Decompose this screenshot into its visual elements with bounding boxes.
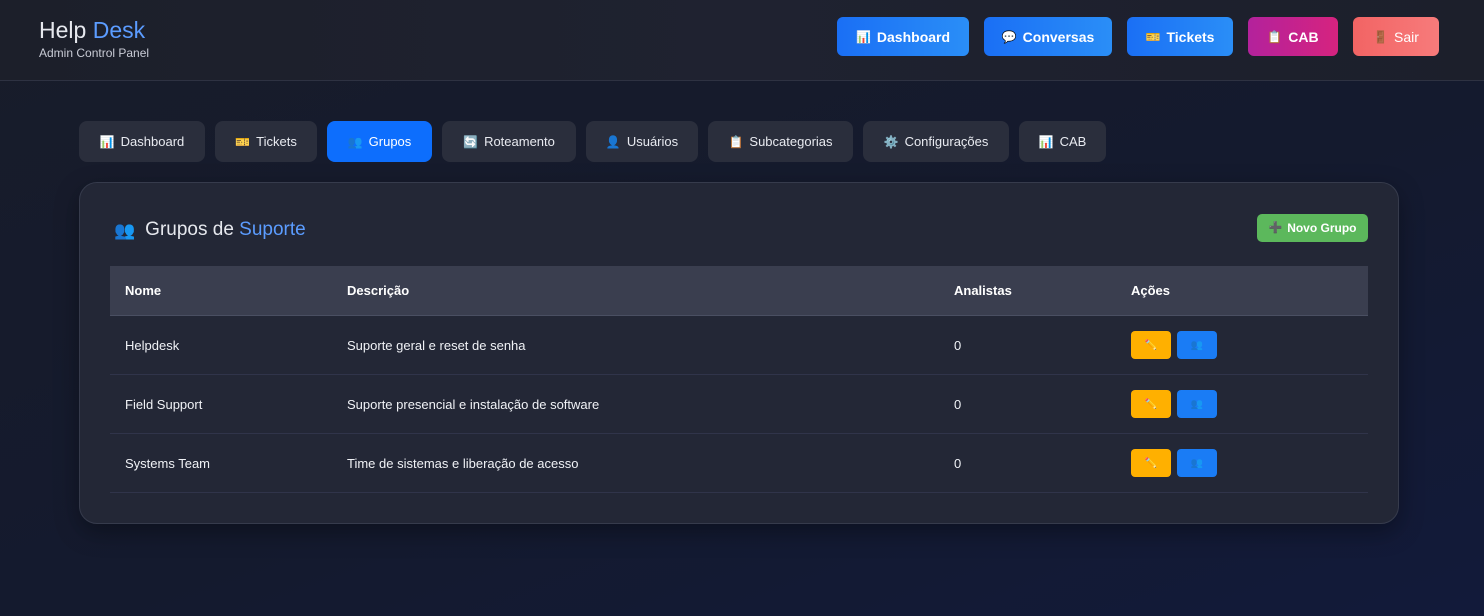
- plus-icon: ➕: [1268, 221, 1283, 234]
- brand-title-main: Help: [39, 17, 93, 43]
- tab-cab[interactable]: 📊 CAB: [1019, 121, 1106, 162]
- tab-grupos-label: Grupos: [368, 134, 412, 149]
- ticket-icon: 🎫: [235, 134, 251, 149]
- header-descricao: Descrição: [347, 283, 410, 298]
- users-icon: 👥: [1190, 457, 1204, 469]
- tab-configuracoes[interactable]: ⚙️ Configurações: [863, 121, 1009, 162]
- header-conversas-label: Conversas: [1022, 28, 1095, 45]
- group-description: Suporte geral e reset de senha: [347, 337, 526, 353]
- tab-configuracoes-label: Configurações: [904, 134, 989, 149]
- brand-title: Help Desk: [39, 17, 149, 43]
- header-logout-label: Sair: [1394, 28, 1419, 45]
- table-header: Nome Descrição Analistas Ações: [110, 266, 1368, 316]
- header-conversas-button[interactable]: 💬 Conversas: [984, 17, 1112, 56]
- table-row: Systems Team Time de sistemas e liberaçã…: [110, 434, 1368, 493]
- row-actions: ✏️ 👥: [1131, 331, 1368, 359]
- group-members-button[interactable]: 👥: [1177, 449, 1217, 477]
- new-group-label: Novo Grupo: [1287, 221, 1357, 235]
- new-group-button[interactable]: ➕ Novo Grupo: [1257, 214, 1368, 242]
- group-analysts: 0: [954, 337, 962, 353]
- users-icon: 👥: [1190, 398, 1204, 410]
- tab-usuarios-label: Usuários: [626, 134, 679, 149]
- row-actions: ✏️ 👥: [1131, 449, 1368, 477]
- card-title-main: Grupos de: [145, 219, 240, 240]
- tab-subcategorias[interactable]: 📋 Subcategorias: [708, 121, 853, 162]
- pencil-icon: ✏️: [1144, 339, 1158, 351]
- gear-icon: ⚙️: [883, 134, 899, 149]
- tab-tickets-label: Tickets: [256, 134, 297, 149]
- tab-cab-label: CAB: [1059, 134, 1087, 149]
- group-name: Field Support: [125, 396, 203, 412]
- tab-subcategorias-label: Subcategorias: [749, 134, 833, 149]
- door-icon: 🚪: [1373, 29, 1389, 44]
- group-members-button[interactable]: 👥: [1177, 390, 1217, 418]
- card-title-accent: Suporte: [239, 219, 306, 240]
- table-row: Helpdesk Suporte geral e reset de senha …: [110, 316, 1368, 375]
- header-logout-button[interactable]: 🚪 Sair: [1353, 17, 1439, 56]
- ticket-icon: 🎫: [1145, 29, 1161, 44]
- chart-icon: 📊: [1038, 134, 1054, 149]
- users-icon: 👥: [347, 134, 363, 149]
- tab-tickets[interactable]: 🎫 Tickets: [215, 121, 317, 162]
- edit-group-button[interactable]: ✏️: [1131, 331, 1171, 359]
- groups-table: Nome Descrição Analistas Ações Helpdesk …: [110, 266, 1368, 493]
- tab-dashboard-label: Dashboard: [120, 134, 185, 149]
- group-analysts: 0: [954, 396, 962, 412]
- header-acoes: Ações: [1131, 283, 1171, 298]
- refresh-icon: 🔄: [463, 134, 479, 149]
- edit-group-button[interactable]: ✏️: [1131, 449, 1171, 477]
- tab-roteamento[interactable]: 🔄 Roteamento: [442, 121, 576, 162]
- users-icon: 👥: [1190, 339, 1204, 351]
- tab-grupos[interactable]: 👥 Grupos: [327, 121, 432, 162]
- brand: Help Desk Admin Control Panel: [39, 17, 149, 60]
- row-actions: ✏️ 👥: [1131, 390, 1368, 418]
- header-nome: Nome: [125, 283, 162, 298]
- brand-title-accent: Desk: [92, 17, 146, 43]
- group-name: Systems Team: [125, 455, 211, 471]
- pencil-icon: ✏️: [1144, 457, 1158, 469]
- clipboard-icon: 📋: [728, 134, 744, 149]
- header-dashboard-button[interactable]: 📊 Dashboard: [837, 17, 969, 56]
- card-title: 👥 Grupos de Suporte: [114, 219, 306, 241]
- group-name: Helpdesk: [125, 337, 180, 353]
- user-icon: 👤: [605, 134, 621, 149]
- header-cab-label: CAB: [1288, 28, 1319, 45]
- chart-icon: 📊: [855, 29, 871, 44]
- group-description: Suporte presencial e instalação de softw…: [347, 396, 600, 412]
- header-tickets-label: Tickets: [1166, 28, 1215, 45]
- users-icon: 👥: [114, 220, 136, 240]
- tab-usuarios[interactable]: 👤 Usuários: [586, 121, 698, 162]
- header-tickets-button[interactable]: 🎫 Tickets: [1127, 17, 1233, 56]
- header-cab-button[interactable]: 📋 CAB: [1248, 17, 1338, 56]
- speech-bubble-icon: 💬: [1001, 29, 1017, 44]
- group-analysts: 0: [954, 455, 962, 471]
- table-row: Field Support Suporte presencial e insta…: [110, 375, 1368, 434]
- top-header: Help Desk Admin Control Panel 📊 Dashboar…: [0, 0, 1484, 81]
- chart-icon: 📊: [99, 134, 115, 149]
- group-members-button[interactable]: 👥: [1177, 331, 1217, 359]
- edit-group-button[interactable]: ✏️: [1131, 390, 1171, 418]
- header-dashboard-label: Dashboard: [876, 28, 951, 45]
- group-description: Time de sistemas e liberação de acesso: [347, 455, 579, 471]
- tab-dashboard[interactable]: 📊 Dashboard: [79, 121, 205, 162]
- clipboard-icon: 📋: [1267, 29, 1283, 44]
- brand-subtitle: Admin Control Panel: [39, 46, 150, 60]
- tab-roteamento-label: Roteamento: [484, 134, 555, 149]
- pencil-icon: ✏️: [1144, 398, 1158, 410]
- header-analistas: Analistas: [954, 283, 1012, 298]
- groups-card: 👥 Grupos de Suporte ➕ Novo Grupo Nome De…: [79, 182, 1399, 524]
